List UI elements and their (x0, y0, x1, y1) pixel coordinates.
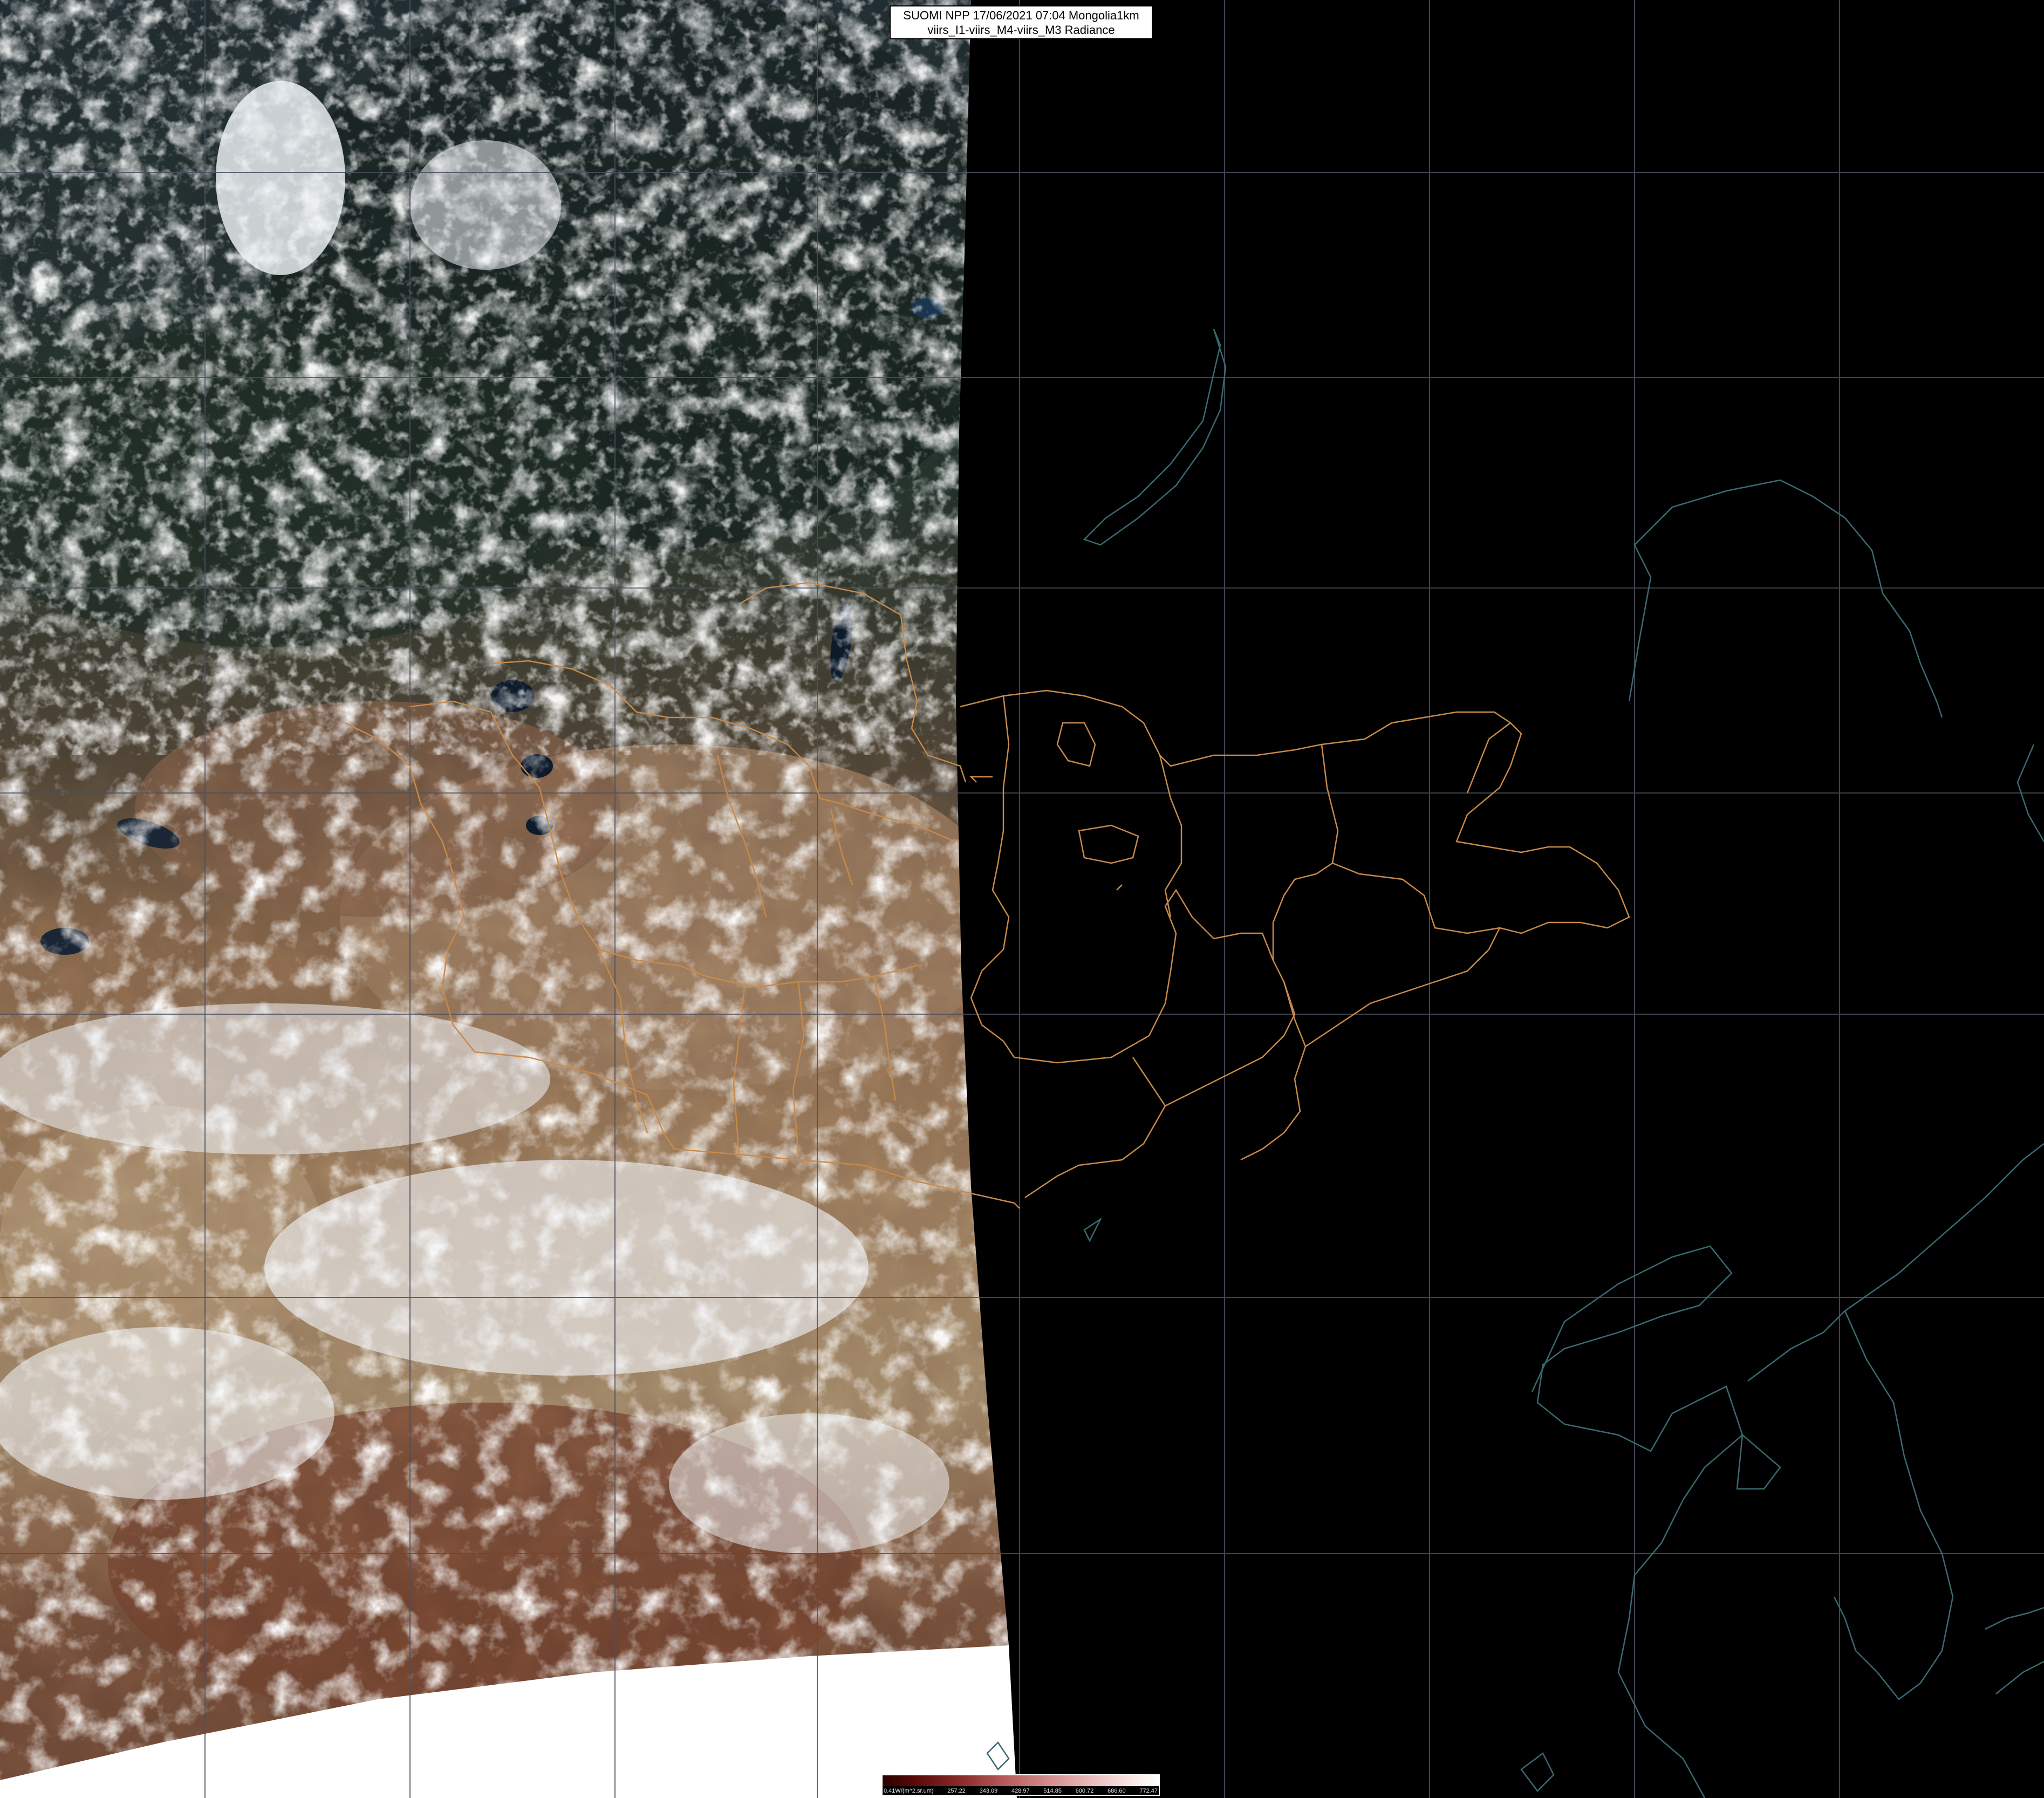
colorbar-tick: 686.60 (1107, 1788, 1126, 1794)
colorbar-tick: 514.85 (1043, 1788, 1062, 1794)
colorbar-tick: 428.97 (1011, 1788, 1030, 1794)
colorbar-unit: 0.41W/(m^2.sr.um) (884, 1788, 934, 1794)
colorbar-tick: 600.72 (1075, 1788, 1094, 1794)
colorbar-tick: 343.09 (979, 1788, 998, 1794)
satellite-image (0, 0, 2044, 1798)
colorbar-legend: 0.41W/(m^2.sr.um) 257.22 343.09 428.97 5… (881, 1774, 1160, 1796)
title-line-2: viirs_I1-viirs_M4-viirs_M3 Radiance (927, 23, 1115, 37)
title-line-1: SUOMI NPP 17/06/2021 07:04 Mongolia1km (903, 9, 1139, 22)
daylight-imagery (0, 0, 1017, 1798)
image-title: SUOMI NPP 17/06/2021 07:04 Mongolia1km v… (890, 5, 1153, 39)
colorbar-tick: 257.22 (947, 1788, 966, 1794)
colorbar-ramp (883, 1775, 1159, 1786)
colorbar-ticks: 0.41W/(m^2.sr.um) 257.22 343.09 428.97 5… (883, 1786, 1159, 1796)
colorbar-tick: 772.47 (1139, 1788, 1158, 1794)
